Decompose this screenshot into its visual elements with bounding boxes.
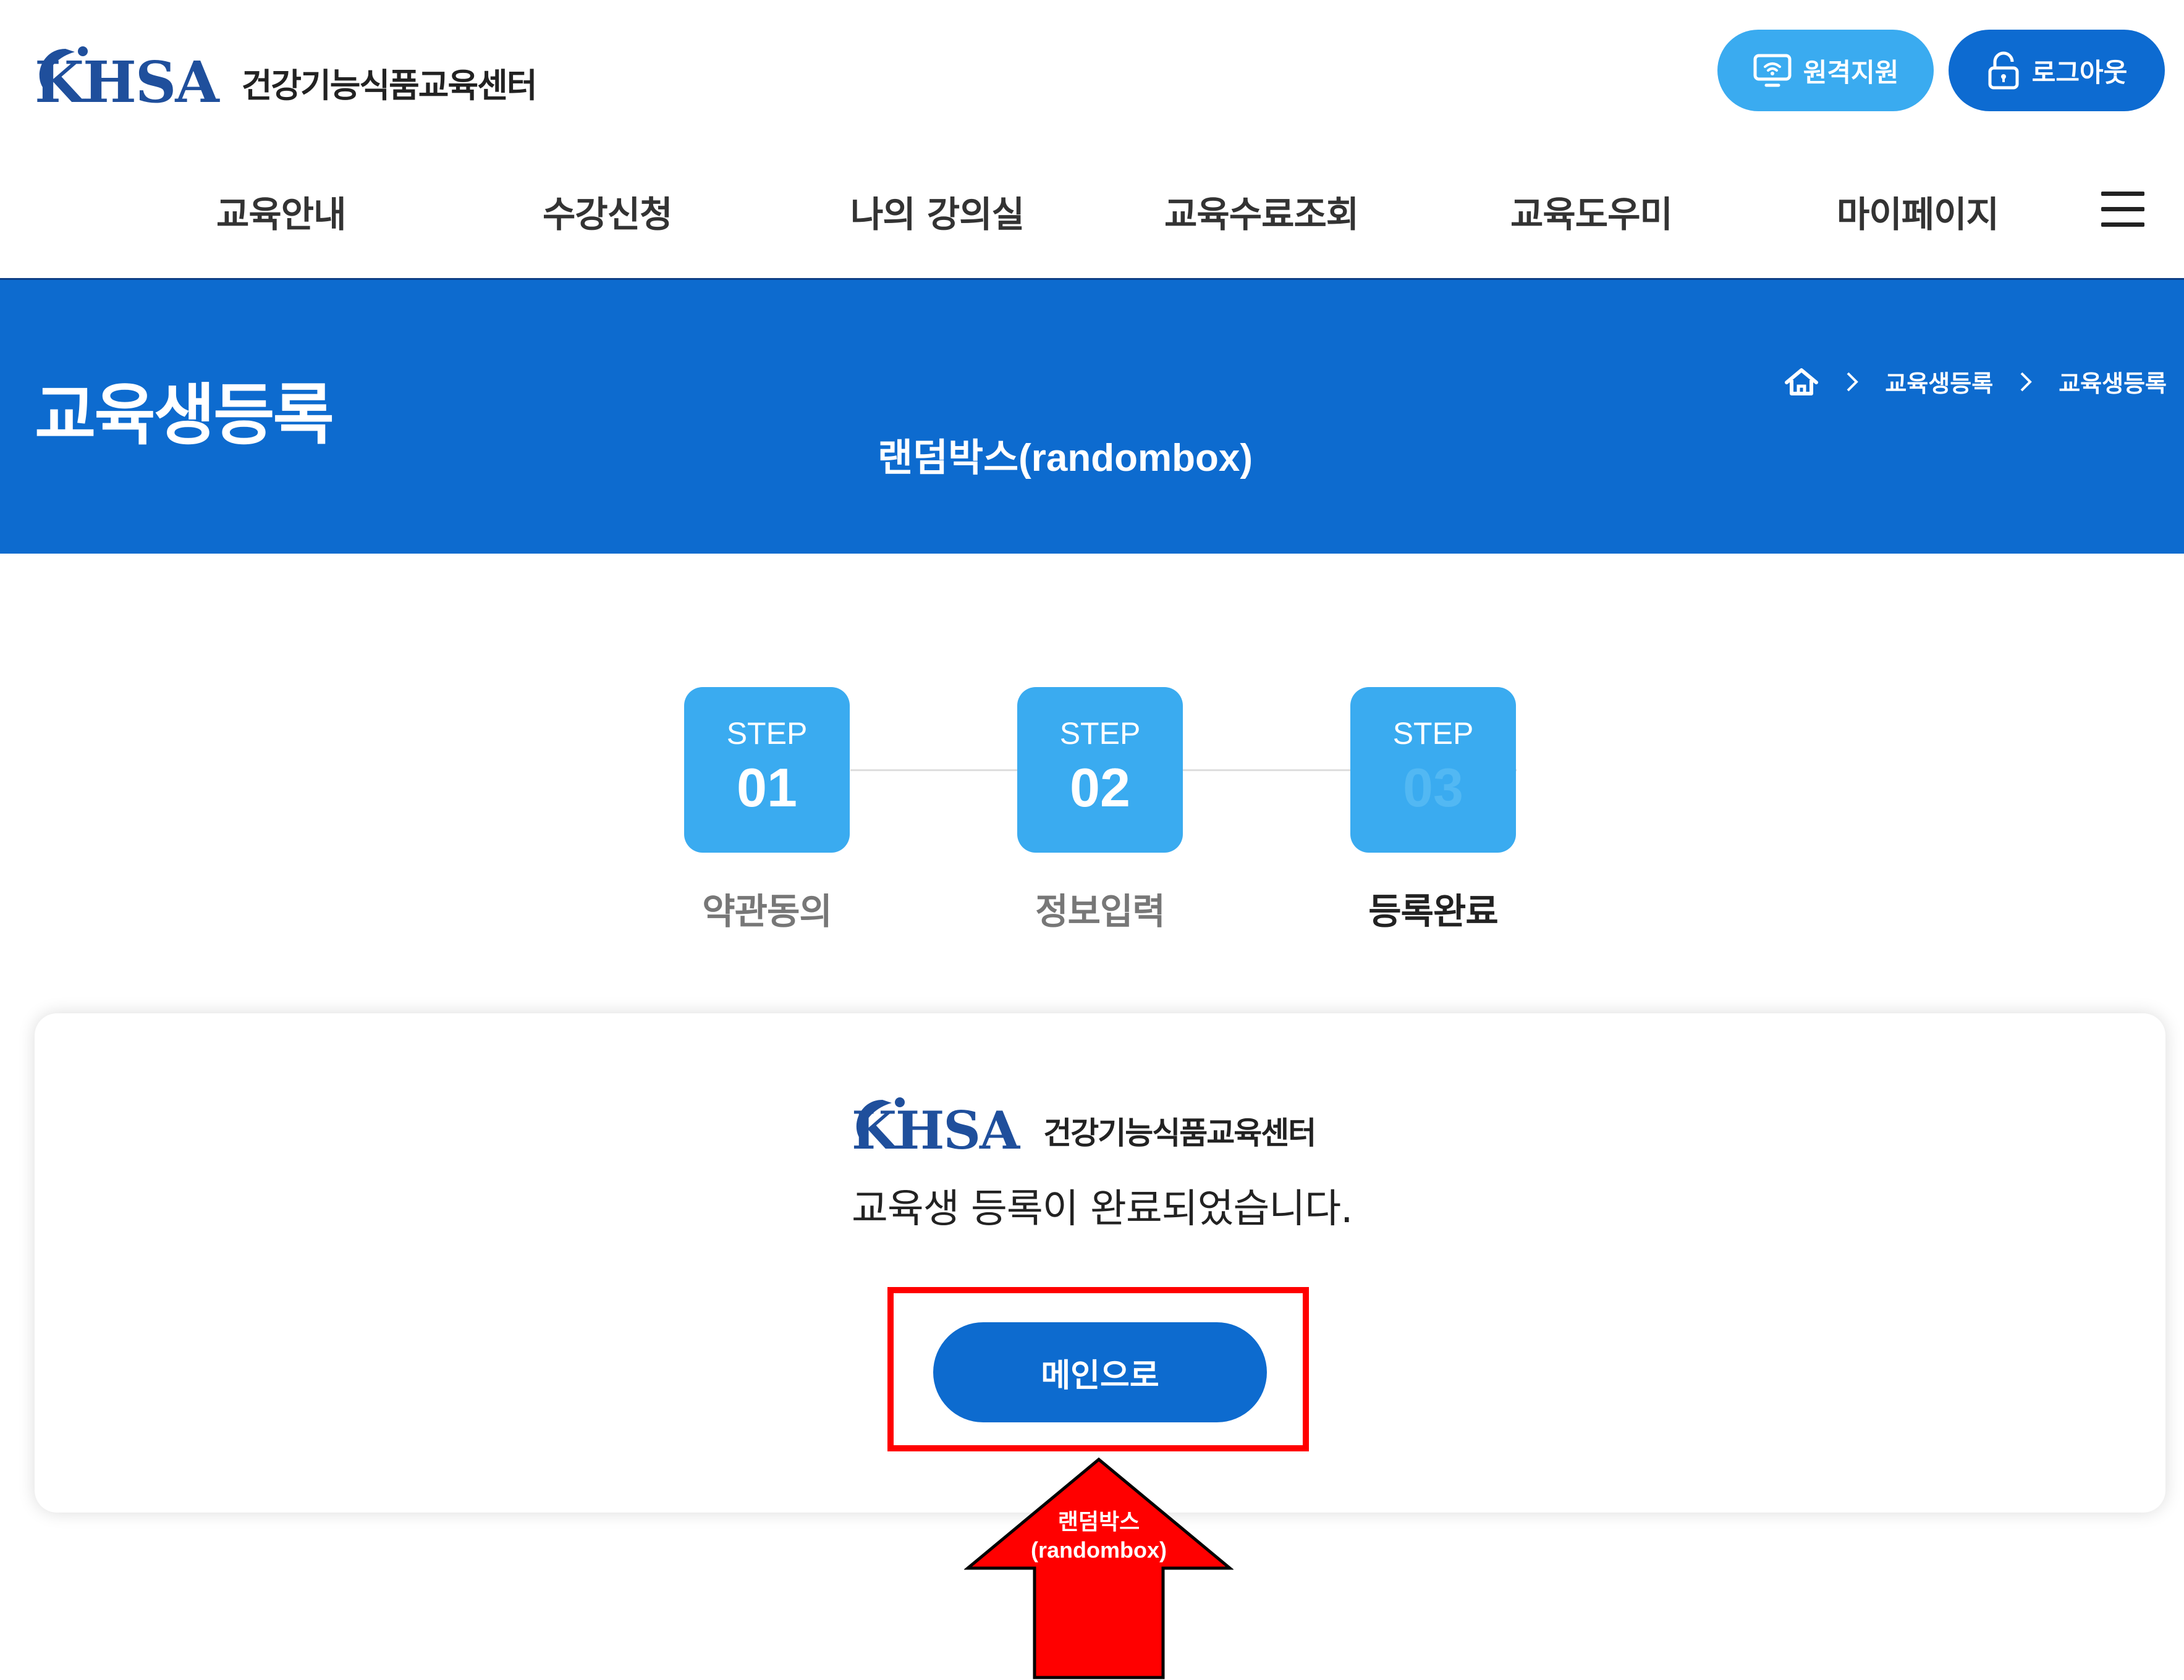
annotation-arrow-label-line2: (randombox): [1031, 1537, 1167, 1563]
nav-item-completion-check[interactable]: 교육수료조회: [1164, 185, 1359, 237]
monitor-wifi-icon: [1753, 54, 1792, 87]
card-logo: KHSA 건강기능식품교육센터: [852, 1097, 1316, 1162]
chevron-right-icon: [1845, 371, 1859, 393]
step-number: 03: [1403, 757, 1463, 818]
breadcrumb-item-current[interactable]: 교육생등록: [2059, 365, 2167, 399]
annotation-arrow-label-line1: 랜덤박스: [1057, 1509, 1140, 1534]
step-label-info: 정보입력: [1035, 890, 1165, 932]
logout-label: 로그아웃: [2031, 57, 2128, 88]
unlock-icon: [1988, 51, 2019, 90]
hamburger-bar: [2101, 192, 2144, 196]
hamburger-bar: [2101, 207, 2144, 211]
step-number: 01: [737, 757, 797, 818]
logo-text: 건강기능식품교육센터: [241, 65, 538, 105]
logo-text: 건강기능식품교육센터: [1043, 1115, 1316, 1151]
remote-support-label: 원격지원: [1803, 57, 1899, 88]
step-word: STEP: [1059, 716, 1141, 751]
logo-mark: KHSA: [35, 46, 219, 111]
annotation-highlight-box: [887, 1287, 1309, 1451]
nav-item-education-info[interactable]: 교육안내: [216, 185, 346, 237]
chevron-right-icon: [2019, 371, 2033, 393]
nav-item-course-apply[interactable]: 수강신청: [543, 185, 672, 237]
breadcrumb-item[interactable]: 교육생등록: [1885, 365, 1993, 399]
step-box-1: STEP 01: [684, 687, 850, 853]
step-label-terms: 약관동의: [702, 890, 832, 932]
annotation-arrow-label: 랜덤박스 (randombox): [1001, 1508, 1196, 1564]
hamburger-icon[interactable]: [2101, 192, 2144, 229]
nav-item-education-help[interactable]: 교육도우미: [1510, 185, 1673, 237]
annotation-arrow-up-icon: [964, 1457, 1234, 1679]
remote-support-button[interactable]: 원격지원: [1717, 30, 1934, 111]
nav-item-mypage[interactable]: 마이페이지: [1837, 185, 1999, 237]
step-box-3: STEP 03: [1350, 687, 1516, 853]
step-word: STEP: [726, 716, 808, 751]
nav-item-my-classroom[interactable]: 나의 강의실: [850, 185, 1025, 237]
step-number: 02: [1070, 757, 1130, 818]
step-box-2: STEP 02: [1017, 687, 1183, 853]
logo-mark: KHSA: [852, 1097, 1020, 1157]
home-icon[interactable]: [1784, 366, 1819, 397]
step-word: STEP: [1392, 716, 1474, 751]
annotation-banner-label: 랜덤박스(randombox): [878, 437, 1253, 479]
page-title: 교육생등록: [35, 377, 334, 454]
logout-button[interactable]: 로그아웃: [1949, 30, 2165, 111]
hamburger-bar: [2101, 222, 2144, 227]
site-logo[interactable]: KHSA 건강기능식품교육센터: [35, 46, 538, 116]
breadcrumb: 교육생등록 교육생등록: [1784, 365, 2167, 399]
completion-message: 교육생 등록이 완료되었습니다.: [852, 1186, 1353, 1232]
step-label-complete: 등록완료: [1368, 890, 1498, 932]
